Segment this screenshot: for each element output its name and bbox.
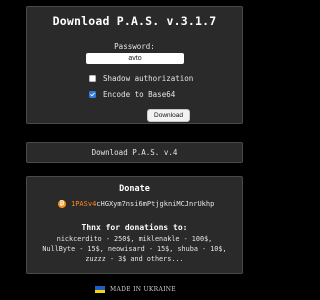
page: Download P.A.S. v.3.1.7 Password: Shadow… — [0, 0, 271, 300]
thanks-line: nickcerdito - 250$, miklenakle - 100$, — [56, 235, 213, 243]
bitcoin-icon: ₿ — [58, 200, 66, 208]
thanks-title: Thnx for donations to: — [81, 223, 188, 232]
shadow-authorization-option[interactable]: Shadow authorization — [89, 73, 193, 83]
donate-title: Donate — [119, 184, 150, 194]
encode-base64-checkbox[interactable] — [89, 90, 96, 98]
checkmark-icon — [90, 92, 95, 96]
download-panel: Download P.A.S. v.3.1.7 Password: Shadow… — [26, 6, 243, 124]
v4-panel: Download P.A.S. v.4 — [26, 142, 243, 163]
encode-base64-label: Encode to Base64 — [103, 89, 176, 99]
ukraine-flag-icon — [95, 286, 105, 293]
shadow-authorization-checkbox[interactable] — [89, 74, 96, 82]
password-label: Password: — [114, 42, 155, 51]
shadow-authorization-label: Shadow authorization — [103, 73, 194, 83]
footer: MADE IN UKRAINE — [0, 286, 271, 293]
made-in-ukraine-text: MADE IN UKRAINE — [110, 286, 176, 293]
btc-address-prefix: 1PASv4 — [71, 200, 97, 208]
encode-base64-option[interactable]: Encode to Base64 — [89, 89, 175, 99]
btc-address-row: ₿ 1PASv4 cHGXym7nsi6mPtjgkniMCJnrUkhp — [58, 199, 214, 209]
download-title: Download P.A.S. v.3.1.7 — [52, 14, 217, 28]
download-button[interactable]: Download — [147, 109, 190, 122]
thanks-line: zuzzz - 3$ and others... — [85, 255, 184, 263]
donate-panel: Donate ₿ 1PASv4 cHGXym7nsi6mPtjgkniMCJnr… — [26, 176, 243, 274]
password-input[interactable] — [86, 53, 184, 64]
download-v4-link[interactable]: Download P.A.S. v.4 — [27, 148, 242, 157]
thanks-line: NullByte - 15$, neowisard - 15$, shuba -… — [42, 245, 227, 253]
btc-address-rest: cHGXym7nsi6mPtjgkniMCJnrUkhp — [96, 200, 215, 208]
